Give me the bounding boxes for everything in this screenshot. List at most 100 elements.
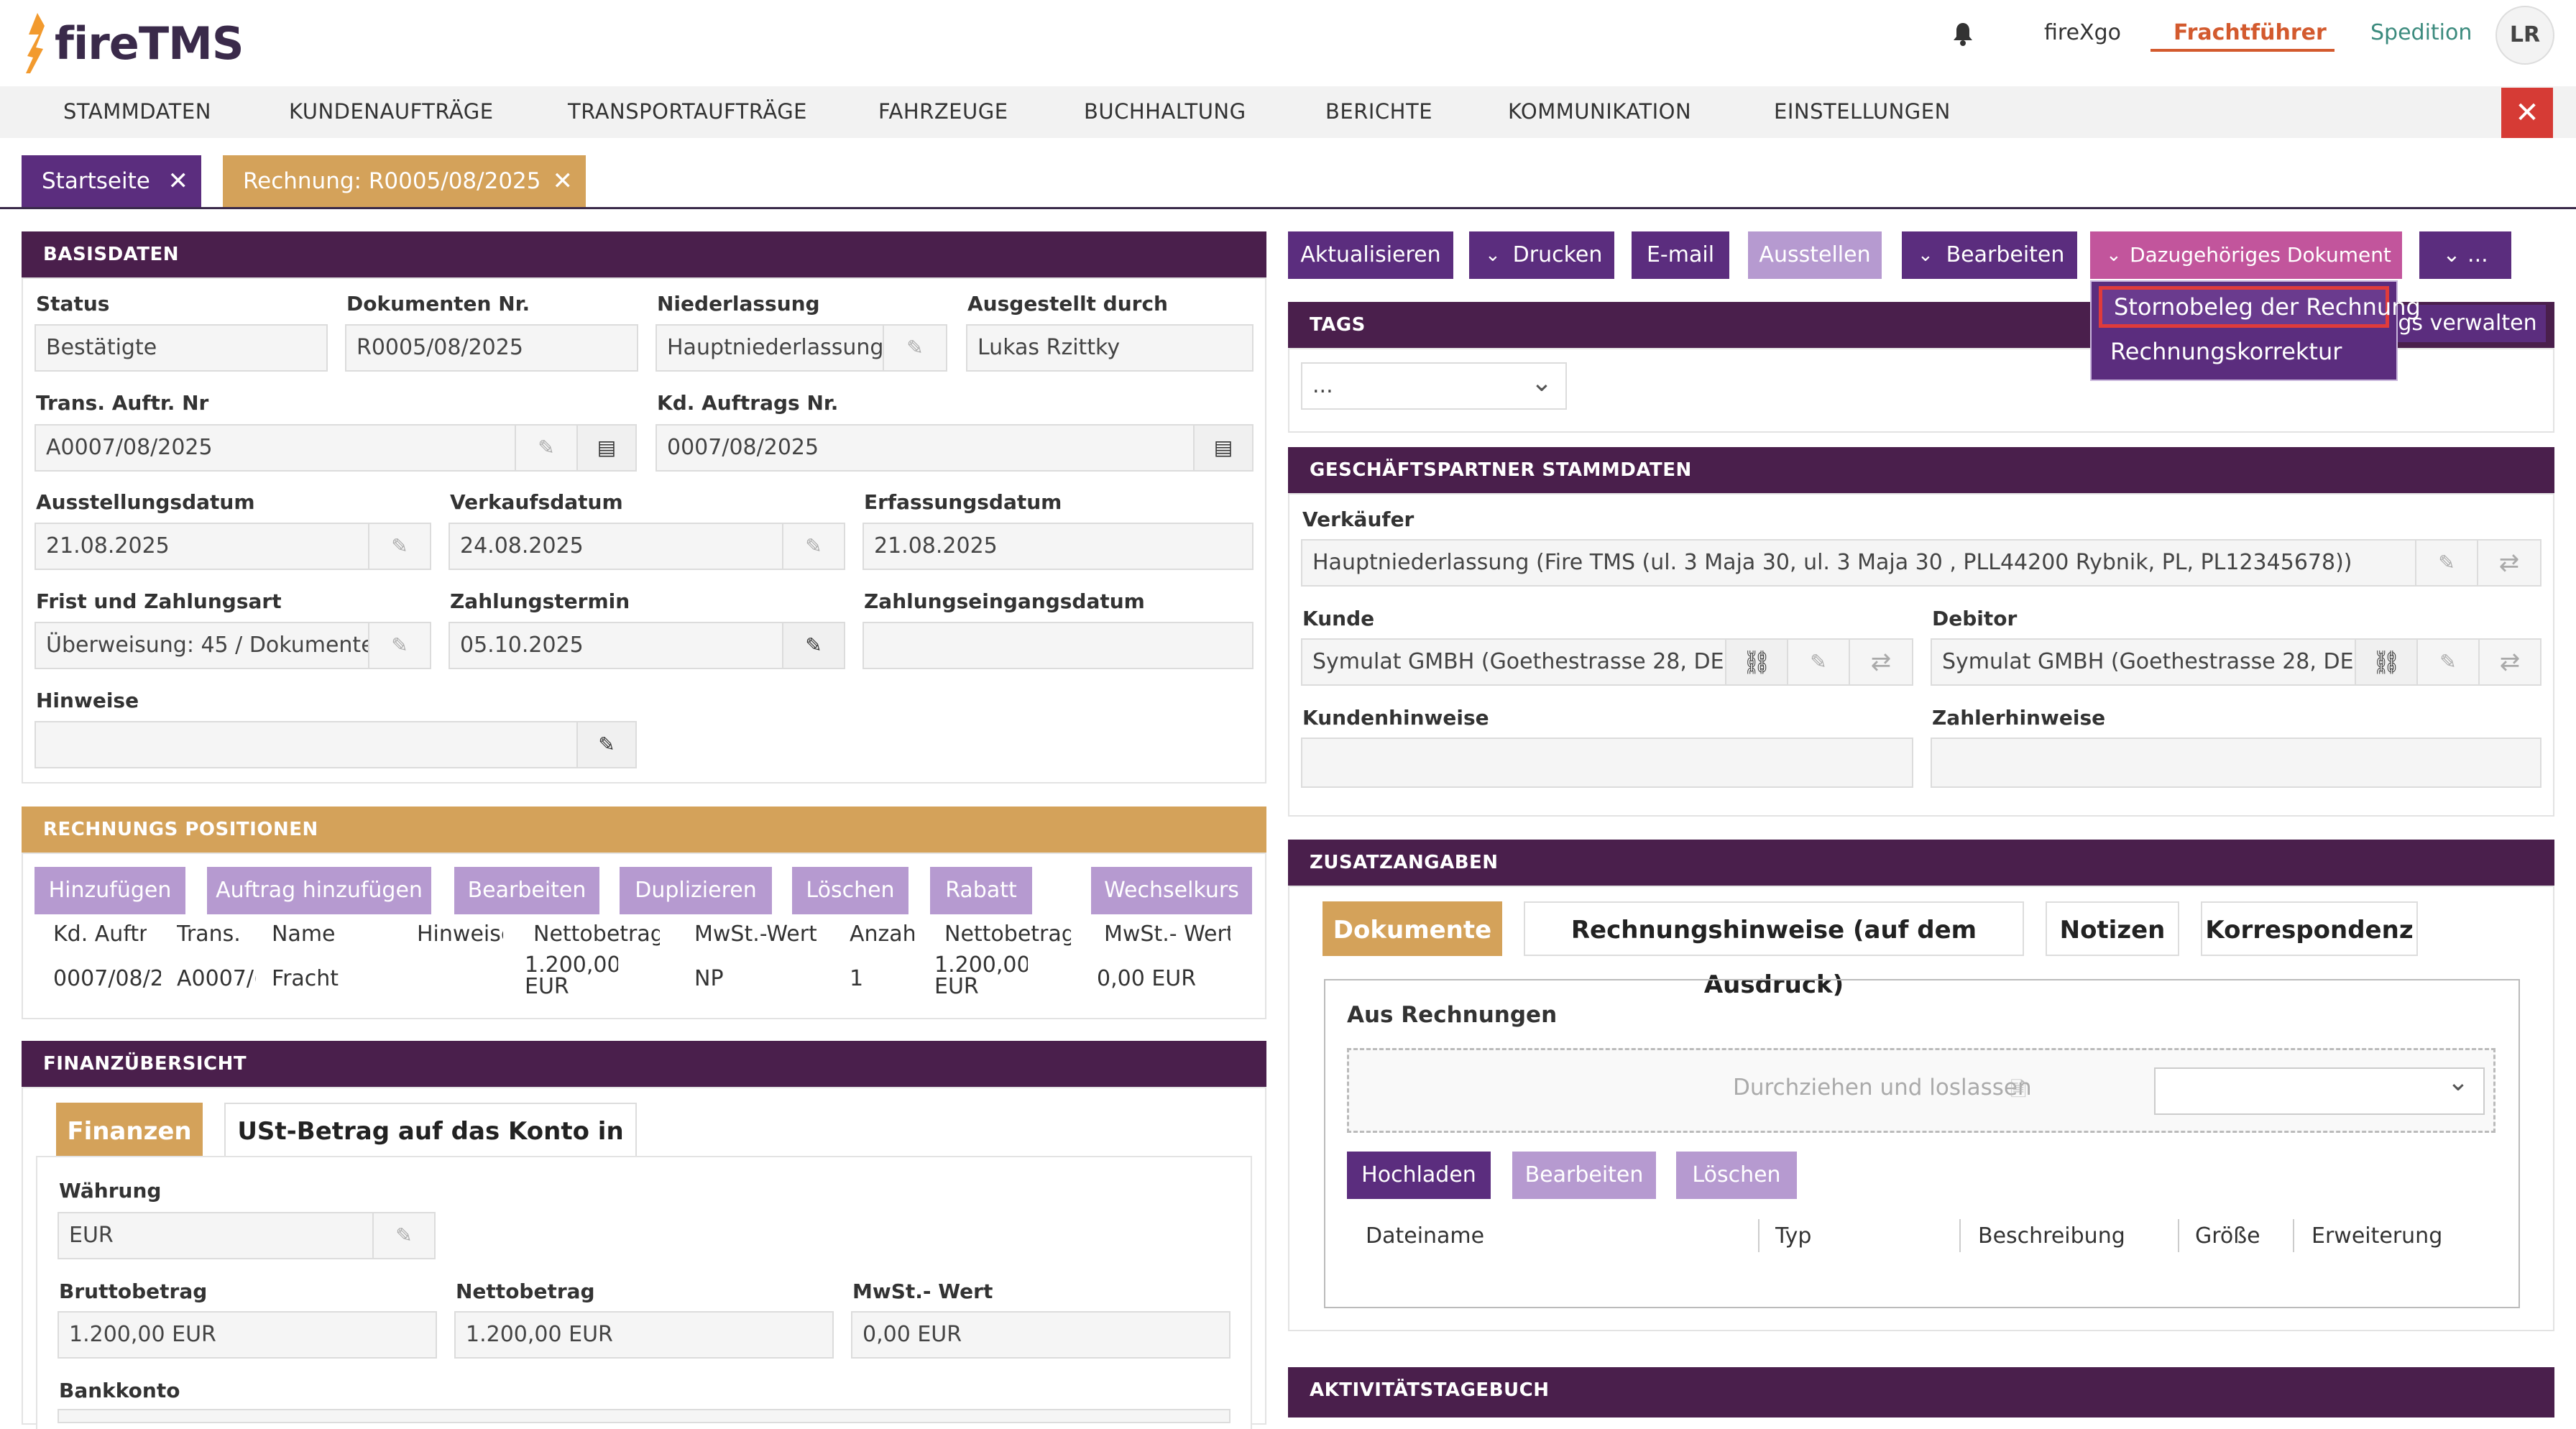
- ausgestellt-field[interactable]: Lukas Rzittky: [966, 324, 1254, 372]
- email-button[interactable]: E-mail: [1632, 231, 1729, 279]
- nav-buchhaltung[interactable]: BUCHHALTUNG: [1084, 99, 1246, 124]
- hinzufuegen-button[interactable]: Hinzufügen: [34, 867, 185, 914]
- ausstellen-button[interactable]: Ausstellen: [1748, 231, 1882, 279]
- loeschen-position-button[interactable]: Löschen: [792, 867, 908, 914]
- trans-field[interactable]: A0007/08/2025: [34, 424, 516, 472]
- tab-rechnungshinweise[interactable]: Rechnungshinweise (auf dem Ausdruck): [1524, 901, 2024, 999]
- dazugehoeriges-dokument-button[interactable]: ⌄ Dazugehöriges Dokument: [2090, 231, 2402, 279]
- nav-fahrzeuge[interactable]: FAHRZEUGE: [878, 99, 1008, 124]
- edit-icon[interactable]: ✎: [883, 324, 947, 372]
- column-header[interactable]: Beschreibung: [1978, 1223, 2125, 1249]
- edit-icon[interactable]: ✎: [368, 523, 431, 570]
- column-header[interactable]: Größe: [2195, 1223, 2260, 1249]
- nav-transportauftraege[interactable]: TRANSPORTAUFTRÄGE: [568, 99, 807, 124]
- swap-icon[interactable]: ⇄: [2477, 539, 2542, 587]
- nav-stammdaten[interactable]: STAMMDATEN: [63, 99, 211, 124]
- frist-field[interactable]: Überweisung: 45 / Dokumenten: [34, 622, 369, 669]
- netto-field[interactable]: 1.200,00 EUR: [454, 1311, 834, 1359]
- bearbeiten-position-button[interactable]: Bearbeiten: [454, 867, 599, 914]
- column-header[interactable]: Hinweise: [417, 922, 503, 947]
- niederlassung-field[interactable]: Hauptniederlassung: [656, 324, 884, 372]
- tab-notizen[interactable]: Notizen: [2046, 901, 2179, 956]
- edit-icon[interactable]: ✎: [372, 1212, 436, 1259]
- kundenhinweise-field[interactable]: [1301, 738, 1913, 788]
- column-header[interactable]: Trans.: [177, 922, 244, 947]
- document-type-select[interactable]: ⌄: [2154, 1067, 2485, 1115]
- column-header[interactable]: Name: [272, 922, 387, 947]
- ausstellungsdatum-field[interactable]: 21.08.2025: [34, 523, 369, 570]
- edit-icon[interactable]: ✎: [782, 622, 845, 669]
- menu-item-stornobeleg[interactable]: Stornobeleg der Rechnung: [2099, 286, 2421, 328]
- bankkonto-field[interactable]: [58, 1409, 1230, 1423]
- close-tab-icon[interactable]: ✕: [553, 155, 574, 207]
- column-header[interactable]: Dateiname: [1366, 1223, 1484, 1249]
- swap-icon[interactable]: ⇄: [2478, 638, 2542, 686]
- menu-item-rechnungskorrektur[interactable]: Rechnungskorrektur: [2110, 336, 2342, 367]
- nav-kundenauftraege[interactable]: KUNDENAUFTRÄGE: [289, 99, 494, 124]
- drucken-button[interactable]: ⌄ Drucken: [1469, 231, 1614, 279]
- edit-icon[interactable]: ✎: [2415, 539, 2478, 587]
- debitor-field[interactable]: Symulat GMBH (Goethestrasse 28, DE34: [1931, 638, 2356, 686]
- link-icon[interactable]: ⛓: [1725, 638, 1788, 686]
- aktualisieren-button[interactable]: Aktualisieren: [1288, 231, 1453, 279]
- mode-frachtfuehrer[interactable]: Frachtführer: [2174, 20, 2327, 45]
- bearbeiten-dokument-button[interactable]: Bearbeiten: [1512, 1152, 1656, 1199]
- user-avatar[interactable]: LR: [2496, 6, 2554, 65]
- column-header[interactable]: Typ: [1775, 1223, 1811, 1249]
- edit-icon[interactable]: ✎: [368, 622, 431, 669]
- loeschen-dokument-button[interactable]: Löschen: [1676, 1152, 1797, 1199]
- swap-icon[interactable]: ⇄: [1849, 638, 1913, 686]
- wechselkurs-button[interactable]: Wechselkurs: [1091, 867, 1252, 914]
- link-icon[interactable]: ⛓: [2355, 638, 2418, 686]
- kd-field[interactable]: 0007/08/2025: [656, 424, 1195, 472]
- close-all-button[interactable]: ✕: [2501, 88, 2553, 138]
- doknr-field[interactable]: R0005/08/2025: [345, 324, 638, 372]
- bell-icon[interactable]: [1952, 22, 1974, 46]
- mwst-field[interactable]: 0,00 EUR: [851, 1311, 1230, 1359]
- column-header[interactable]: MwSt.- Wert: [1104, 922, 1230, 947]
- edit-icon[interactable]: ✎: [1787, 638, 1850, 686]
- verkaeufer-field[interactable]: Hauptniederlassung (Fire TMS (ul. 3 Maja…: [1301, 539, 2416, 587]
- tags-select[interactable]: ... ⌄: [1301, 362, 1567, 410]
- verkaufsdatum-field[interactable]: 24.08.2025: [448, 523, 783, 570]
- nav-kommunikation[interactable]: KOMMUNIKATION: [1508, 99, 1691, 124]
- document-icon[interactable]: ▤: [1193, 424, 1254, 472]
- eingang-field[interactable]: [862, 622, 1254, 669]
- column-header[interactable]: Erweiterung: [2312, 1223, 2442, 1249]
- brutto-field[interactable]: 1.200,00 EUR: [58, 1311, 437, 1359]
- edit-icon[interactable]: ✎: [2416, 638, 2480, 686]
- duplizieren-button[interactable]: Duplizieren: [620, 867, 772, 914]
- more-actions-button[interactable]: ⌄ ...: [2419, 231, 2511, 279]
- column-header[interactable]: MwSt.-Wert: [694, 922, 816, 947]
- hochladen-button[interactable]: Hochladen: [1347, 1152, 1491, 1199]
- edit-icon[interactable]: ✎: [576, 721, 637, 768]
- close-tab-icon[interactable]: ✕: [168, 155, 189, 207]
- tab-ust-betrag[interactable]: USt-Betrag auf das Konto in PLN: [224, 1103, 637, 1200]
- kunde-field[interactable]: Symulat GMBH (Goethestrasse 28, DE34: [1301, 638, 1726, 686]
- tab-korrespondenz[interactable]: Korrespondenz: [2201, 901, 2418, 956]
- column-header[interactable]: Nettobetrag: [533, 922, 660, 947]
- app-logo[interactable]: fireTMS: [20, 13, 244, 73]
- document-icon[interactable]: ▤: [576, 424, 637, 472]
- edit-icon[interactable]: ✎: [782, 523, 845, 570]
- nav-berichte[interactable]: BERICHTE: [1325, 99, 1432, 124]
- edit-icon[interactable]: ✎: [515, 424, 578, 472]
- zahlerhinweise-field[interactable]: [1931, 738, 2542, 788]
- column-header[interactable]: Anzah: [850, 922, 914, 947]
- tab-dokumente[interactable]: Dokumente: [1322, 901, 1502, 956]
- erfassungsdatum-field[interactable]: 21.08.2025: [862, 523, 1254, 570]
- tab-rechnung[interactable]: Rechnung: R0005/08/2025 ✕: [223, 155, 586, 207]
- hinweise-field[interactable]: [34, 721, 578, 768]
- zahlungstermin-field[interactable]: 05.10.2025: [448, 622, 783, 669]
- status-field[interactable]: Bestätigte: [34, 324, 328, 372]
- company-name[interactable]: fireXgo: [2044, 20, 2121, 45]
- column-header[interactable]: Kd. Auftra: [53, 922, 147, 947]
- bearbeiten-button[interactable]: ⌄ Bearbeiten: [1902, 231, 2077, 279]
- nav-einstellungen[interactable]: EINSTELLUNGEN: [1774, 99, 1951, 124]
- auftrag-hinzufuegen-button[interactable]: Auftrag hinzufügen: [207, 867, 431, 914]
- rabatt-button[interactable]: Rabatt: [930, 867, 1032, 914]
- waehrung-field[interactable]: EUR: [58, 1212, 374, 1259]
- mode-spedition[interactable]: Spedition: [2370, 20, 2472, 45]
- tab-startseite[interactable]: Startseite ✕: [22, 155, 201, 207]
- column-header[interactable]: Nettobetrag: [944, 922, 1071, 947]
